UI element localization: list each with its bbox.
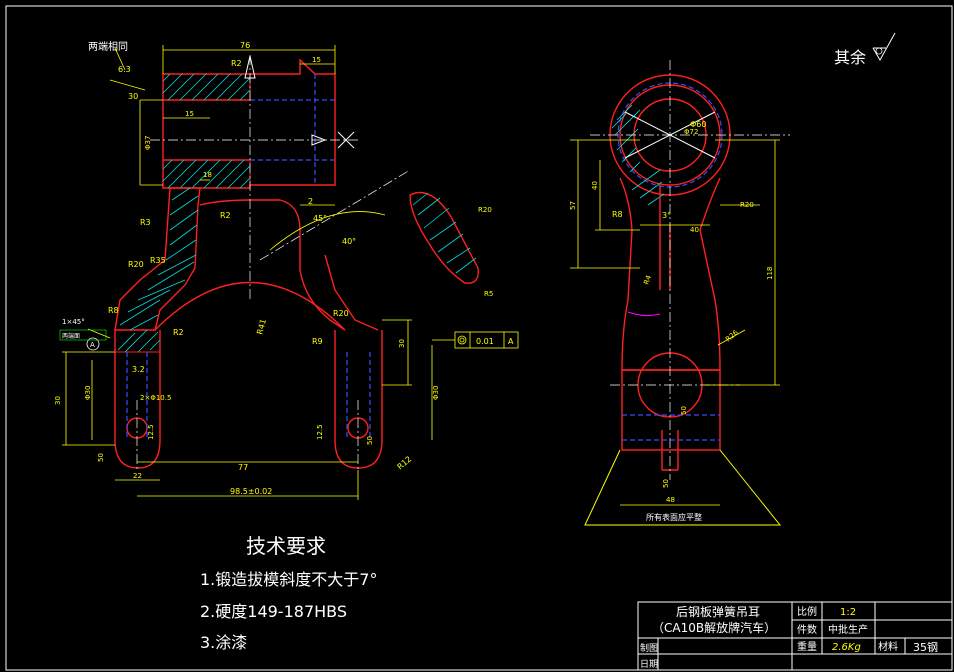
title-block: 后钢板弹簧吊耳 （CA10B解放牌汽车） 比例 1:2 件数 中批生产 重量 2… bbox=[637, 601, 953, 671]
dim-57: 57 bbox=[569, 201, 577, 210]
r20-side: R20 bbox=[740, 201, 754, 209]
dim-40-vertical: 40 bbox=[591, 181, 599, 190]
tolerance-datum: A bbox=[508, 337, 514, 346]
dim-22: 22 bbox=[133, 472, 142, 480]
dia-72: Φ72 bbox=[684, 128, 698, 136]
front-labels: 76 15 两端相同 6.3 30 15 Φ37 18 R2 R3 R2 R20… bbox=[54, 40, 514, 496]
front-view bbox=[59, 45, 519, 500]
quantity-label: 件数 bbox=[797, 623, 817, 636]
chamfer-note: 1×45° bbox=[62, 318, 85, 326]
part-name-line2: （CA10B解放牌汽车） bbox=[652, 620, 776, 635]
right-leg-hidden bbox=[346, 352, 371, 440]
dim-12-5-right: 12.5 bbox=[316, 424, 324, 440]
r5-section: R5 bbox=[484, 290, 493, 298]
dim-dia-30-right: Φ30 bbox=[432, 386, 440, 400]
quantity-value: 中批生产 bbox=[828, 623, 868, 636]
dim-dia-30-left: Φ30 bbox=[84, 386, 92, 400]
break-line bbox=[627, 311, 661, 317]
angle-45: 45° bbox=[313, 214, 327, 223]
r35: R35 bbox=[150, 256, 166, 265]
note-both-ends-same: 两端相同 bbox=[88, 40, 128, 53]
r3: R3 bbox=[140, 218, 151, 227]
tech-item-2: 2.硬度149-187HBS bbox=[200, 602, 347, 621]
dim-50-left: 50 bbox=[97, 453, 105, 462]
dim-18: 18 bbox=[203, 171, 212, 179]
r8-side: R8 bbox=[612, 210, 623, 219]
r4-side: R4 bbox=[642, 274, 653, 286]
dim-12-5-left: 12.5 bbox=[147, 424, 155, 440]
dim-40-horizontal: 40 bbox=[690, 226, 699, 234]
date-label: 日期 bbox=[640, 659, 658, 670]
dim-118: 118 bbox=[766, 267, 774, 280]
material-value: 35钢 bbox=[913, 641, 938, 654]
material-label: 材料 bbox=[878, 640, 898, 653]
holes-2x-dia-10-5: 2×Φ10.5 bbox=[140, 394, 171, 402]
boss-inner-lines bbox=[163, 99, 250, 161]
datum-a-label: A bbox=[90, 341, 95, 349]
tech-title: 技术要求 bbox=[246, 534, 326, 558]
r20-mid: R20 bbox=[333, 309, 349, 318]
dim-98-5: 98.5±0.02 bbox=[230, 487, 272, 496]
r9: R9 bbox=[312, 337, 323, 346]
dia-60: Φ60 bbox=[690, 120, 706, 129]
part-name-line1: 后钢板弹簧吊耳 bbox=[676, 604, 760, 619]
angle-3: 3° bbox=[662, 211, 671, 220]
dim-15: 15 bbox=[185, 110, 194, 118]
roughness-6-3: 6.3 bbox=[118, 65, 131, 74]
lower-boss-hidden bbox=[622, 414, 720, 441]
angle-40: 40° bbox=[342, 237, 356, 246]
surface-note: 其余 bbox=[834, 48, 866, 67]
r2-low: R2 bbox=[173, 328, 184, 337]
base-note: 所有表面应平整 bbox=[646, 512, 702, 522]
boss-hidden-lines bbox=[250, 74, 335, 185]
shank-hatch bbox=[631, 169, 665, 206]
dim-dia-37: Φ37 bbox=[144, 136, 152, 150]
dim-top-width: 76 bbox=[240, 41, 250, 50]
engineering-drawing: 76 15 两端相同 6.3 30 15 Φ37 18 R2 R3 R2 R20… bbox=[5, 5, 953, 671]
tech-item-3: 3.涂漆 bbox=[200, 633, 247, 652]
front-dims bbox=[62, 45, 519, 500]
scale-label: 比例 bbox=[797, 605, 817, 618]
tech-item-1: 1.锻造拔模斜度不大于7° bbox=[200, 570, 377, 589]
end-face-note: 两端面 bbox=[62, 332, 80, 340]
dim-50-side: 50 bbox=[680, 406, 688, 415]
roughness-circle-icon bbox=[875, 47, 883, 55]
r2-top: R2 bbox=[231, 59, 242, 68]
dim-2: 2 bbox=[308, 197, 313, 206]
dim-30-right: 30 bbox=[398, 339, 406, 348]
weight-value: 2.6Kg bbox=[832, 642, 861, 653]
dim-77: 77 bbox=[238, 463, 248, 472]
shank-inner bbox=[659, 185, 671, 290]
dim-50-low: 50 bbox=[662, 479, 670, 488]
r41: R41 bbox=[255, 318, 268, 336]
removed-section bbox=[409, 191, 479, 284]
dim-30-top: 30 bbox=[128, 92, 138, 101]
r20-section: R20 bbox=[478, 206, 492, 214]
roughness-symbol-icon bbox=[872, 32, 896, 62]
right-leg bbox=[334, 330, 383, 469]
weight-label: 重量 bbox=[797, 640, 817, 653]
tolerance-value: 0.01 bbox=[476, 337, 494, 346]
lower-boss bbox=[621, 369, 721, 451]
left-leg-hatch bbox=[117, 329, 161, 353]
r2-mid: R2 bbox=[220, 211, 231, 220]
side-view: Φ72 Φ60 57 40 R8 3° 40 R20 R4 118 R26 50… bbox=[569, 60, 790, 526]
r8: R8 bbox=[108, 306, 119, 315]
dim-3-2: 3.2 bbox=[132, 365, 145, 374]
r26: R26 bbox=[724, 328, 740, 343]
tech-requirements: 技术要求 1.锻造拔模斜度不大于7° 2.硬度149-187HBS 3.涂漆 bbox=[200, 534, 377, 652]
r12: R12 bbox=[396, 455, 414, 472]
dim-right-top: 15 bbox=[312, 56, 321, 64]
r20: R20 bbox=[128, 260, 144, 269]
dim-30-left: 30 bbox=[54, 396, 62, 405]
dim-50-right: 50 bbox=[366, 436, 374, 445]
drawn-label: 制图 bbox=[640, 642, 658, 654]
scale-value: 1:2 bbox=[840, 607, 856, 618]
dim-48: 48 bbox=[666, 496, 675, 504]
